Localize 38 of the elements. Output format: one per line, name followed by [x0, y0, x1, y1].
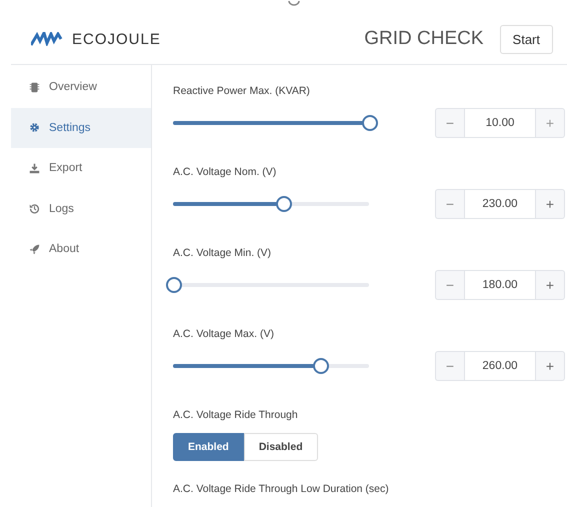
setting-label: A.C. Voltage Nom. (V)	[173, 166, 278, 180]
start-button[interactable]: Start	[500, 24, 553, 54]
setting-label: A.C. Voltage Min. (V)	[173, 247, 272, 261]
slider-thumb[interactable]	[362, 115, 378, 131]
value-field[interactable]: 230.00	[464, 189, 536, 219]
logo-text: ECOJOULE	[72, 30, 161, 48]
download-icon	[29, 162, 40, 174]
sidebar-item[interactable]: About	[11, 229, 151, 270]
value-field[interactable]: 260.00	[464, 351, 536, 381]
logo-icon	[31, 32, 63, 46]
decrement-button[interactable]: −	[435, 351, 464, 381]
increment-button[interactable]: +	[536, 189, 565, 219]
rocket-icon	[29, 244, 40, 255]
slider-thumb[interactable]	[166, 277, 182, 293]
sidebar-item[interactable]: Settings	[11, 108, 151, 148]
page-title: GRID CHECK	[364, 28, 484, 50]
toggle-option[interactable]: Enabled	[173, 433, 244, 461]
decrement-button[interactable]: −	[435, 189, 464, 219]
setting-label: A.C. Voltage Max. (V)	[173, 328, 275, 342]
history-icon	[29, 203, 40, 214]
setting-label: Reactive Power Max. (KVAR)	[173, 85, 311, 99]
settings-icon	[29, 122, 40, 134]
decrement-button[interactable]: −	[435, 108, 464, 138]
loading-icon	[288, 0, 300, 6]
value-field[interactable]: 10.00	[464, 108, 536, 138]
slider-thumb[interactable]	[313, 358, 329, 374]
setting-label: A.C. Voltage Ride Through Low Duration (sec)	[173, 483, 390, 497]
sidebar-item[interactable]: Logs	[11, 188, 151, 229]
setting-label: A.C. Voltage Ride Through	[173, 409, 299, 423]
sidebar-item[interactable]: Export	[11, 148, 151, 188]
decrement-button[interactable]: −	[435, 270, 464, 300]
increment-button[interactable]: +	[536, 351, 565, 381]
value-field[interactable]: 180.00	[464, 270, 536, 300]
chip-icon	[29, 82, 40, 93]
increment-button[interactable]: +	[536, 270, 565, 300]
slider-thumb[interactable]	[276, 196, 292, 212]
toggle-option[interactable]: Disabled	[244, 433, 318, 461]
sidebar-item[interactable]: Overview	[11, 67, 151, 108]
